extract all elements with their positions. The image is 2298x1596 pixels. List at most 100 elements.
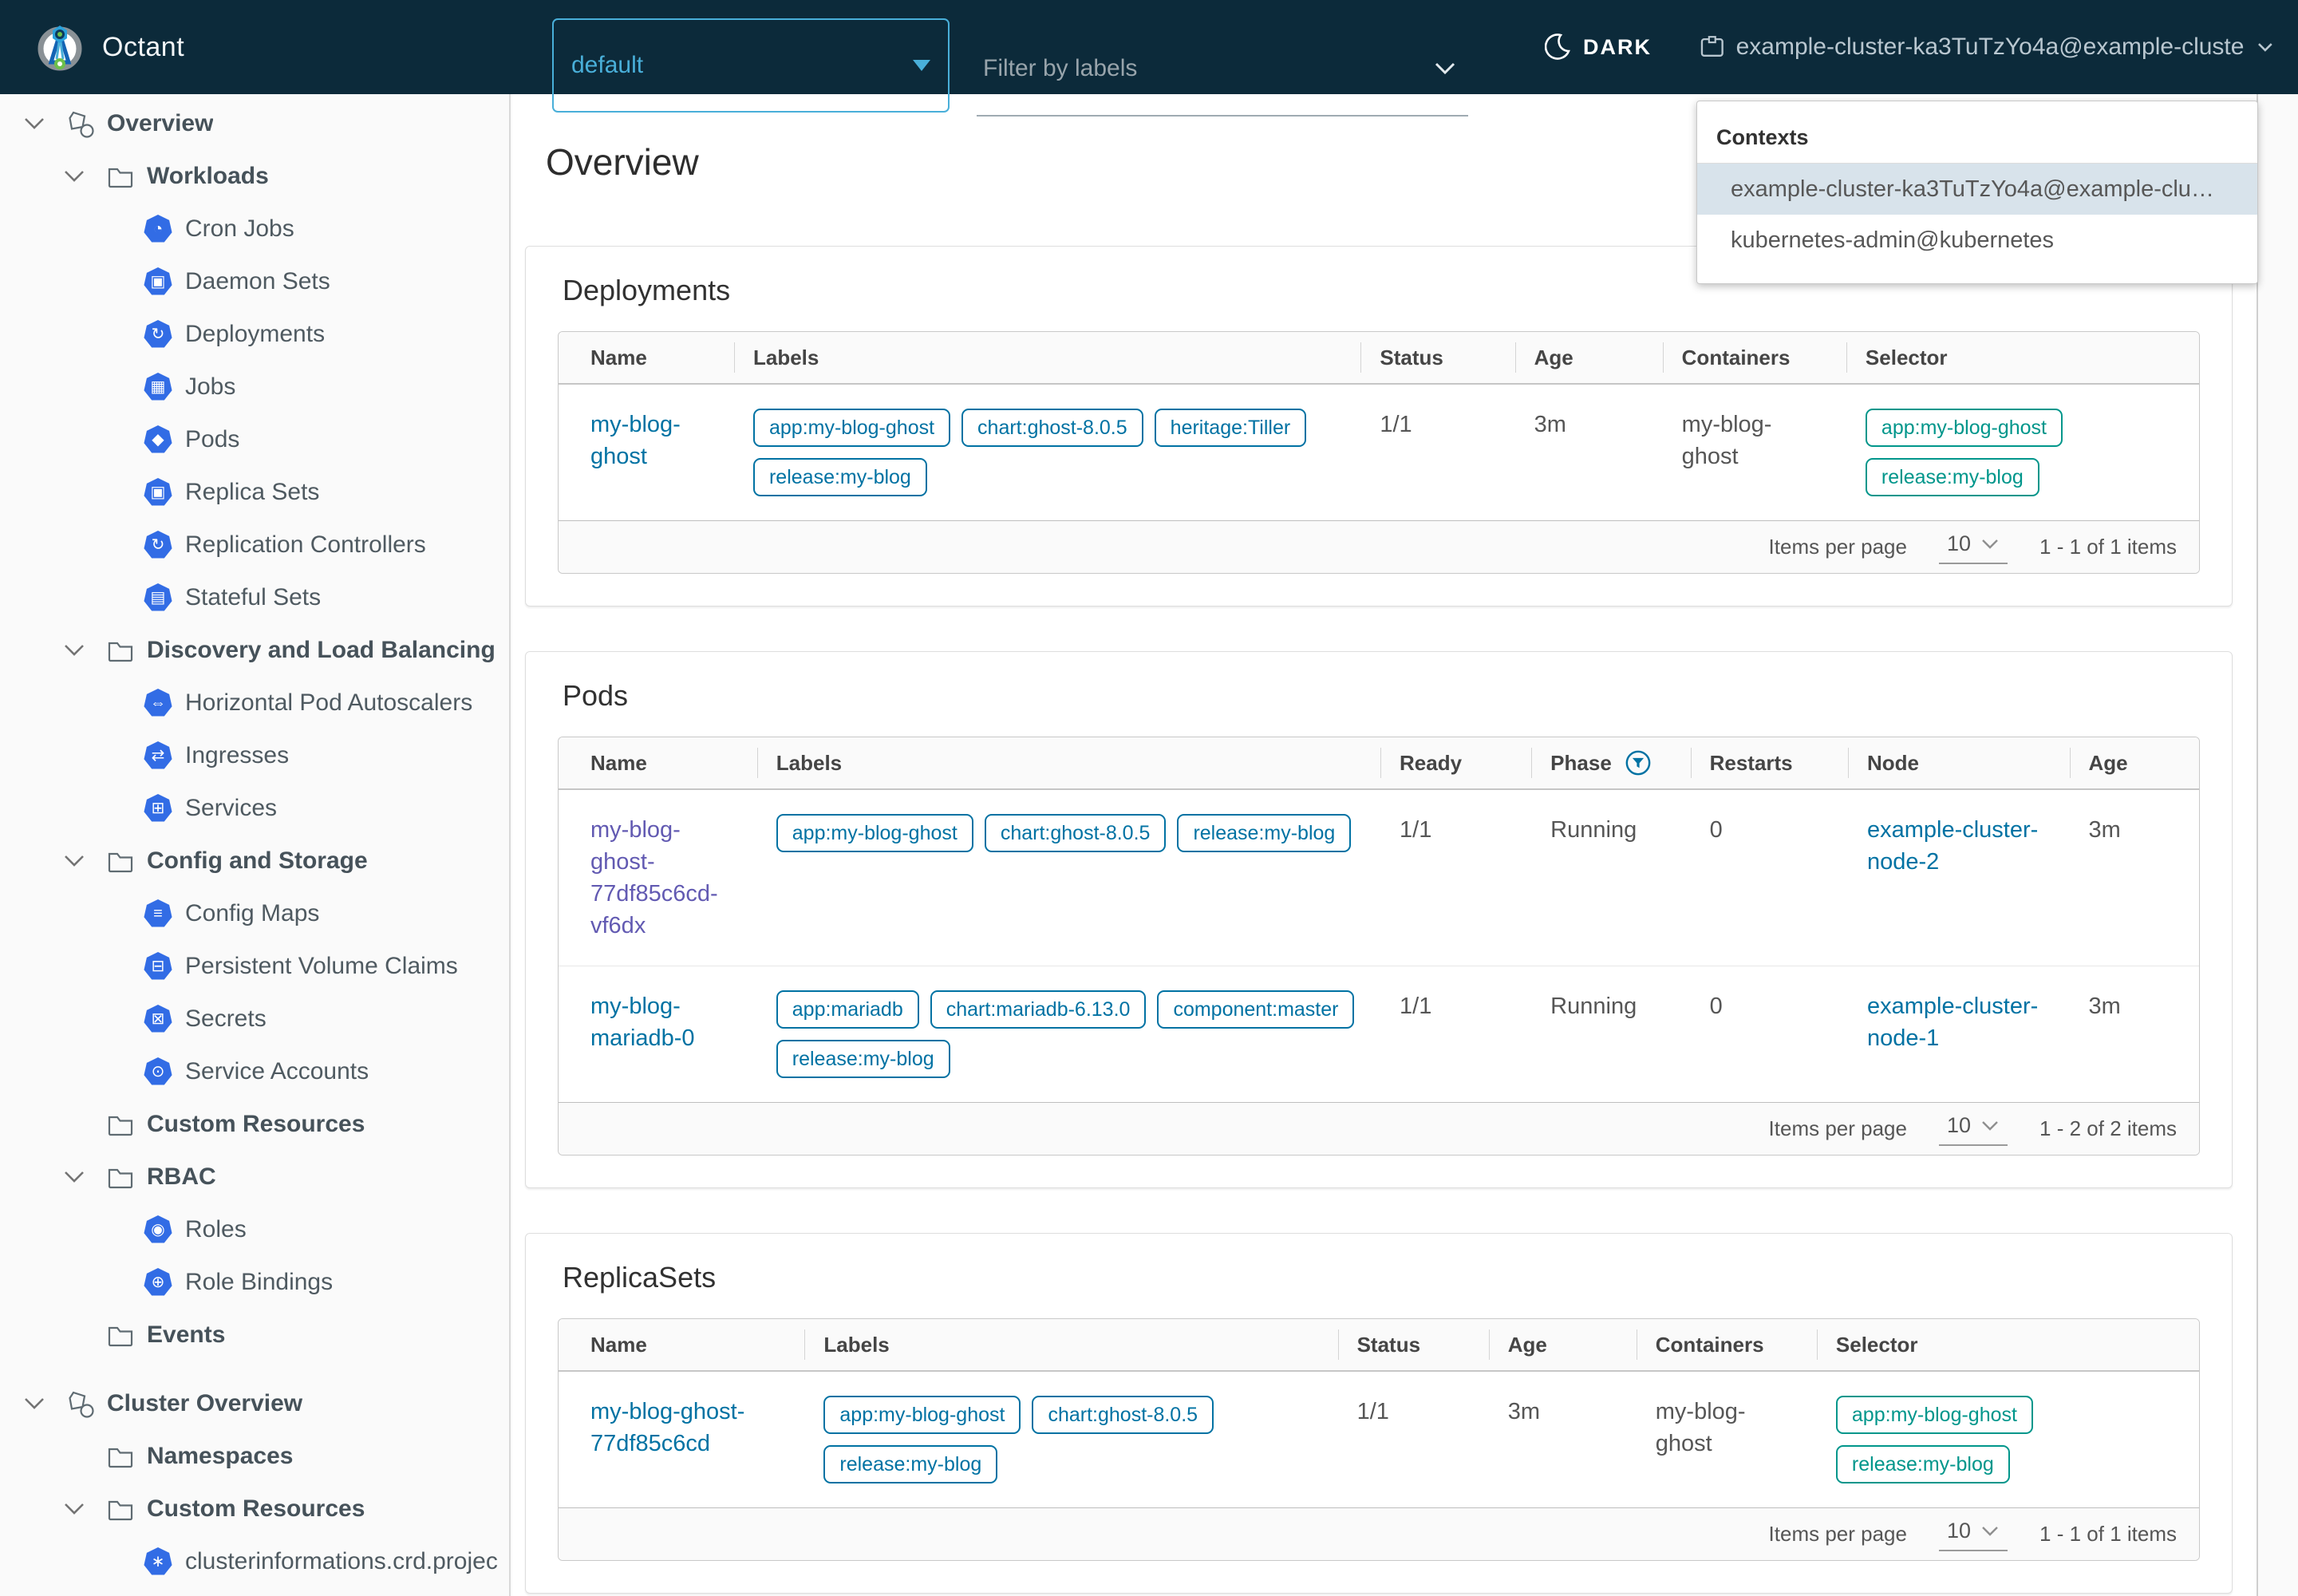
label-tag[interactable]: app:my-blog-ghost	[776, 814, 973, 852]
sidebar-item-jobs[interactable]: ▦Jobs	[0, 361, 509, 413]
label-tag[interactable]: chart:ghost-8.0.5	[985, 814, 1167, 852]
sidebar-item-workloads[interactable]: Workloads	[0, 150, 509, 203]
table-cell-selector: app:my-blog-ghost release:my-blog	[1817, 1372, 2199, 1507]
cell-text: 1/1	[1400, 817, 1431, 843]
table-cell-name: my-blog-ghost-77df85c6cd	[559, 1372, 804, 1507]
sidebar-item-config-and-storage[interactable]: Config and Storage	[0, 835, 509, 887]
label-tag[interactable]: component:master	[1157, 990, 1354, 1029]
folder-icon	[105, 635, 136, 666]
k8s-pods-icon: ◆	[144, 425, 172, 454]
resource-link[interactable]: example-cluster-node-1	[1867, 994, 2038, 1051]
sidebar-item-cluster-overview[interactable]: Cluster Overview	[0, 1377, 509, 1430]
sidebar-item-daemon-sets[interactable]: ▣Daemon Sets	[0, 255, 509, 308]
label-tag[interactable]: chart:ghost-8.0.5	[1032, 1396, 1214, 1434]
table-cell-node: example-cluster-node-2	[1848, 790, 2070, 966]
chevron-down-icon[interactable]	[62, 168, 86, 184]
folder-icon	[105, 161, 136, 192]
context-menu: Contexts example-cluster-ka3TuTzYo4a@exa…	[1696, 101, 2258, 284]
label-tag[interactable]: chart:ghost-8.0.5	[961, 409, 1143, 447]
sidebar-item-rbac[interactable]: RBAC	[0, 1151, 509, 1203]
page-size-select[interactable]: 10	[1939, 1517, 2008, 1551]
table-cell-phase: Running	[1531, 790, 1690, 966]
label-tag[interactable]: release:my-blog	[823, 1445, 997, 1483]
caret-down-icon	[1980, 538, 2000, 550]
pagination-range: 1 - 1 of 1 items	[2039, 535, 2177, 559]
column-header-restarts: Restarts	[1691, 737, 1848, 788]
sidebar-item-persistent-volume-claims[interactable]: ⊟Persistent Volume Claims	[0, 940, 509, 993]
resource-link[interactable]: my-blog-ghost-77df85c6cd	[590, 1399, 744, 1456]
chevron-down-icon[interactable]	[62, 1169, 86, 1185]
folder-icon	[105, 1109, 136, 1140]
label-tags: app:mariadb chart:mariadb-6.13.0 component…	[776, 990, 1361, 1078]
sidebar-item-clusterinformations-crd-projec[interactable]: ∗clusterinformations.crd.projec	[0, 1535, 509, 1588]
sidebar-item-discovery-and-load-balancing[interactable]: Discovery and Load Balancing	[0, 624, 509, 677]
table-row: my-blog-mariadb-0 app:mariadb chart:mariad…	[559, 966, 2199, 1102]
column-label: Status	[1357, 1333, 1420, 1357]
label-tag[interactable]: chart:mariadb-6.13.0	[930, 990, 1147, 1029]
label-filter-input[interactable]	[977, 55, 1433, 82]
label-tag[interactable]: app:my-blog-ghost	[753, 409, 950, 447]
label-tag[interactable]: release:my-blog	[1177, 814, 1351, 852]
sidebar-item-replication-controllers[interactable]: ↻Replication Controllers	[0, 519, 509, 571]
sidebar-item-secrets[interactable]: ⊠Secrets	[0, 993, 509, 1045]
column-header-selector: Selector	[1846, 332, 2199, 383]
label-tag[interactable]: app:my-blog-ghost	[823, 1396, 1021, 1434]
chevron-down-icon[interactable]	[62, 642, 86, 658]
sidebar-item-ingresses[interactable]: ⇄Ingresses	[0, 729, 509, 782]
sidebar-item-custom-resources[interactable]: Custom Resources	[0, 1483, 509, 1535]
chevron-down-icon[interactable]	[22, 116, 46, 132]
datagrid: NameLabelsStatusAgeContainersSelector my…	[558, 1318, 2200, 1561]
label-tags: app:my-blog-ghost chart:ghost-8.0.5 releas…	[776, 814, 1361, 852]
sidebar-item-roles[interactable]: ◉Roles	[0, 1203, 509, 1256]
chevron-down-icon[interactable]	[1433, 61, 1457, 76]
datagrid: NameLabelsStatusAgeContainersSelector my…	[558, 331, 2200, 574]
chevron-down-icon[interactable]	[62, 1501, 86, 1517]
sidebar-item-cron-jobs[interactable]: ◔Cron Jobs	[0, 203, 509, 255]
sidebar-item-overview[interactable]: Overview	[0, 97, 509, 150]
context-menu-item[interactable]: example-cluster-ka3TuTzYo4a@example-clu…	[1697, 164, 2257, 215]
page-size-select[interactable]: 10	[1939, 530, 2008, 564]
sidebar-item-events[interactable]: Events	[0, 1309, 509, 1361]
k8s-jobs-icon: ▦	[144, 373, 172, 401]
label-tag[interactable]: release:my-blog	[753, 458, 927, 496]
chevron-down-icon[interactable]	[22, 1396, 46, 1412]
theme-toggle-button[interactable]: DARK	[1545, 0, 1652, 94]
sidebar-item-label: Persistent Volume Claims	[185, 953, 458, 980]
column-label: Labels	[776, 751, 842, 776]
resource-link[interactable]: my-blog-mariadb-0	[590, 994, 695, 1051]
sidebar-item-config-maps[interactable]: ≡Config Maps	[0, 887, 509, 940]
sidebar-item-replica-sets[interactable]: ▣Replica Sets	[0, 466, 509, 519]
table-cell-containers: my-blog-ghost	[1637, 1372, 1817, 1507]
context-menu-item[interactable]: kubernetes-admin@kubernetes	[1697, 215, 2257, 266]
sidebar-item-label: Events	[147, 1321, 225, 1349]
resource-link[interactable]: my-blog-ghost	[590, 412, 681, 469]
chevron-down-icon	[2257, 41, 2274, 53]
sidebar-item-deployments[interactable]: ↻Deployments	[0, 308, 509, 361]
k8s-services-icon: ⊞	[144, 794, 172, 823]
label-tag[interactable]: release:my-blog	[776, 1040, 950, 1078]
sidebar-item-service-accounts[interactable]: ⊙Service Accounts	[0, 1045, 509, 1098]
label-tag[interactable]: app:my-blog-ghost	[1836, 1396, 2033, 1434]
sidebar-item-horizontal-pod-autoscalers[interactable]: ⇔Horizontal Pod Autoscalers	[0, 677, 509, 729]
sidebar-item-custom-resources[interactable]: Custom Resources	[0, 1098, 509, 1151]
k8s-replica-sets-icon: ▣	[144, 478, 172, 507]
resource-link[interactable]: my-blog-ghost-77df85c6cd-vf6dx	[590, 817, 718, 938]
resource-link[interactable]: example-cluster-node-2	[1867, 817, 2038, 875]
label-tag[interactable]: heritage:Tiller	[1155, 409, 1307, 447]
k8s-custom-resource-definition-icon: ∗	[144, 1547, 172, 1576]
label-tag[interactable]: app:my-blog-ghost	[1866, 409, 2063, 447]
context-selector-button[interactable]: example-cluster-ka3TuTzYo4a@example-clus…	[1700, 0, 2274, 94]
sidebar-item-pods[interactable]: ◆Pods	[0, 413, 509, 466]
sidebar-item-role-bindings[interactable]: ⊕Role Bindings	[0, 1256, 509, 1309]
sidebar-item-stateful-sets[interactable]: ▤Stateful Sets	[0, 571, 509, 624]
label-tag[interactable]: app:mariadb	[776, 990, 919, 1029]
sidebar-item-csidrivers-csi-storage-k8s-io[interactable]: ∗csidrivers.csi.storage.k8s.io	[0, 1588, 509, 1596]
page-size-select[interactable]: 10	[1939, 1112, 2008, 1146]
sidebar-item-services[interactable]: ⊞Services	[0, 782, 509, 835]
filter-icon[interactable]	[1625, 749, 1652, 776]
sidebar-item-namespaces[interactable]: Namespaces	[0, 1430, 509, 1483]
chevron-down-icon[interactable]	[62, 853, 86, 869]
label-tag[interactable]: release:my-blog	[1836, 1445, 2010, 1483]
namespace-select[interactable]: default	[552, 18, 950, 113]
label-tag[interactable]: release:my-blog	[1866, 458, 2039, 496]
